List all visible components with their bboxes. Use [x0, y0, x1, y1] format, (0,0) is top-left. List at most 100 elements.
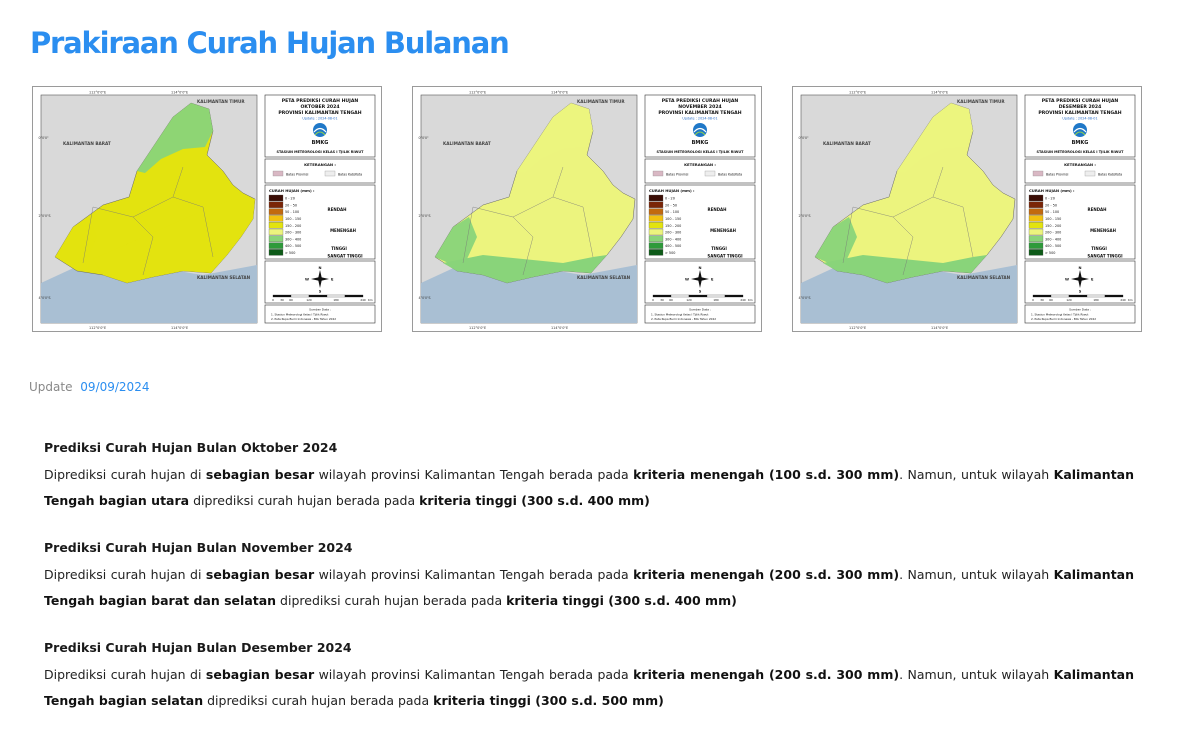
legend-swatch [648, 235, 664, 242]
scale-tick: 0 [272, 298, 274, 302]
scale-tick: 120 [306, 298, 312, 302]
grid-label: 0°0'0" [799, 136, 810, 140]
legend-swatch [268, 215, 284, 222]
label-kalsel: KALIMANTAN SELATAN [957, 275, 1011, 280]
map-month: DESEMBER 2024 [1059, 104, 1102, 110]
station-label: STASIUN METEOROLOGI KELAS I TJILIK RIWUT [277, 150, 365, 154]
keterangan-label: KETERANGAN : [684, 162, 716, 167]
legend-swatch [268, 194, 284, 202]
legend-swatch [268, 222, 284, 229]
legend-swatch [1028, 201, 1044, 208]
map-province: PROVINSI KALIMANTAN TENGAH [658, 110, 741, 116]
compass-n: N [698, 266, 701, 270]
bmkg-logo-icon [313, 123, 327, 137]
legend-range: 0 - 20 [285, 197, 295, 201]
compass-n: N [1078, 266, 1081, 270]
compass-n: N [318, 266, 321, 270]
legend-range: 50 - 100 [665, 210, 679, 214]
forecast-oktober: Prediksi Curah Hujan Bulan Oktober 2024 … [44, 440, 1134, 514]
forecast-list: Prediksi Curah Hujan Bulan Oktober 2024 … [44, 440, 1134, 740]
legend-swatch [648, 208, 664, 215]
criteria-menengah: MENENGAH [1090, 228, 1116, 233]
scale-tick: 30 [660, 298, 664, 302]
scale-tick: 240 [740, 298, 746, 302]
update-info: Update 09/09/2024 [29, 380, 149, 394]
keterangan-label: KETERANGAN : [304, 162, 336, 167]
scale-tick: 180 [1093, 298, 1099, 302]
bmkg-label: BMKG [1072, 140, 1089, 146]
criteria-rendah: RENDAH [1088, 207, 1107, 212]
map-update: Update : 2024-08-01 [1062, 117, 1097, 121]
criteria-tinggi: TINGGI [711, 246, 727, 251]
legend-range: 100 - 150 [285, 217, 301, 221]
map-image-oktober[interactable]: KALIMANTAN BARAT KALIMANTAN TIMUR KALIMANT… [32, 86, 382, 332]
bmkg-logo-icon [1073, 123, 1087, 137]
legend-swatch [1028, 249, 1044, 256]
legend-swatch [1028, 194, 1044, 202]
station-label: STASIUN METEOROLOGI KELAS I TJILIK RIWUT [1037, 150, 1125, 154]
station-label: STASIUN METEOROLOGI KELAS I TJILIK RIWUT [657, 150, 745, 154]
legend-range: 50 - 100 [1045, 210, 1059, 214]
compass-s: S [1079, 290, 1082, 294]
legend-range: > 500 [285, 251, 295, 255]
bmkg-label: BMKG [692, 140, 709, 146]
map-month: OKTOBER 2024 [300, 104, 339, 110]
rainfall-title: CURAH HUJAN (mm) : [1029, 188, 1075, 193]
grid-label: 112°0'0"E [469, 326, 486, 330]
scale-tick: 60 [669, 298, 673, 302]
legend-range: 150 - 200 [1045, 224, 1061, 228]
bmkg-label: BMKG [312, 140, 329, 146]
map-area [40, 94, 258, 324]
scale-unit: Km [1128, 298, 1133, 302]
map-image-november[interactable]: KALIMANTAN BARAT KALIMANTAN TIMUR KALIMANT… [412, 86, 762, 332]
scale-tick: 60 [1049, 298, 1053, 302]
legend-range: 200 - 300 [285, 231, 301, 235]
map-title: PETA PREDIKSI CURAH HUJAN [662, 98, 739, 104]
compass-s: S [699, 290, 702, 294]
legend-swatch [268, 228, 284, 236]
scale-tick: 0 [652, 298, 654, 302]
source-title: Sumber Data : [689, 308, 711, 312]
legend-swatch [1028, 222, 1044, 229]
criteria-rendah: RENDAH [708, 207, 727, 212]
legend-range: 400 - 500 [665, 244, 681, 248]
legend-range: 20 - 50 [1045, 203, 1057, 207]
legend-regency-border: Batas Kab/Kota [718, 173, 742, 177]
source-title: Sumber Data : [1069, 308, 1091, 312]
legend-range: 0 - 20 [1045, 197, 1055, 201]
map-image-desember[interactable]: KALIMANTAN BARAT KALIMANTAN TIMUR KALIMANT… [792, 86, 1142, 332]
legend-range: 20 - 50 [285, 203, 297, 207]
scale-tick: 240 [360, 298, 366, 302]
label-kalsel: KALIMANTAN SELATAN [197, 275, 251, 280]
forecast-desember: Prediksi Curah Hujan Bulan Desember 2024… [44, 640, 1134, 714]
compass-w: W [685, 277, 689, 281]
source-line: 1. Stasiun Meteorologi Kelas I Tjilik Ri… [1031, 313, 1089, 317]
map-province: PROVINSI KALIMANTAN TENGAH [278, 110, 361, 116]
legend-range: > 500 [665, 251, 675, 255]
criteria-menengah: MENENGAH [710, 228, 736, 233]
legend-swatch [268, 201, 284, 208]
grid-label: 4°0'0"S [799, 296, 811, 300]
grid-label: 112°0'0"E [849, 326, 866, 330]
criteria-sangat-tinggi: SANGAT TINGGI [707, 254, 743, 259]
forecast-text: Diprediksi curah hujan di sebagian besar… [44, 567, 1134, 608]
map-month: NOVEMBER 2024 [678, 104, 721, 110]
map-gallery: KALIMANTAN BARAT KALIMANTAN TIMUR KALIMANT… [32, 86, 1144, 334]
scale-tick: 0 [1032, 298, 1034, 302]
grid-label: 114°0'0"E [931, 91, 948, 95]
criteria-tinggi: TINGGI [1091, 246, 1107, 251]
grid-label: 114°0'0"E [171, 91, 188, 95]
update-label: Update [29, 380, 73, 394]
source-line: 2. Peta Rupa Bumi Indonesia - BIG Tahun … [1031, 317, 1096, 321]
legend-range: 0 - 20 [665, 197, 675, 201]
grid-label: 0°0'0" [39, 136, 50, 140]
label-kalbar: KALIMANTAN BARAT [443, 141, 491, 146]
label-kaltim: KALIMANTAN TIMUR [197, 99, 245, 104]
grid-label: 2°0'0"S [39, 214, 51, 218]
legend-province-border: Batas Provinsi [1046, 173, 1069, 177]
legend-range: 150 - 200 [665, 224, 681, 228]
legend-swatch [268, 208, 284, 215]
legend-range: > 500 [1045, 251, 1055, 255]
rainfall-title: CURAH HUJAN (mm) : [269, 188, 315, 193]
legend-range: 300 - 400 [1045, 237, 1061, 241]
